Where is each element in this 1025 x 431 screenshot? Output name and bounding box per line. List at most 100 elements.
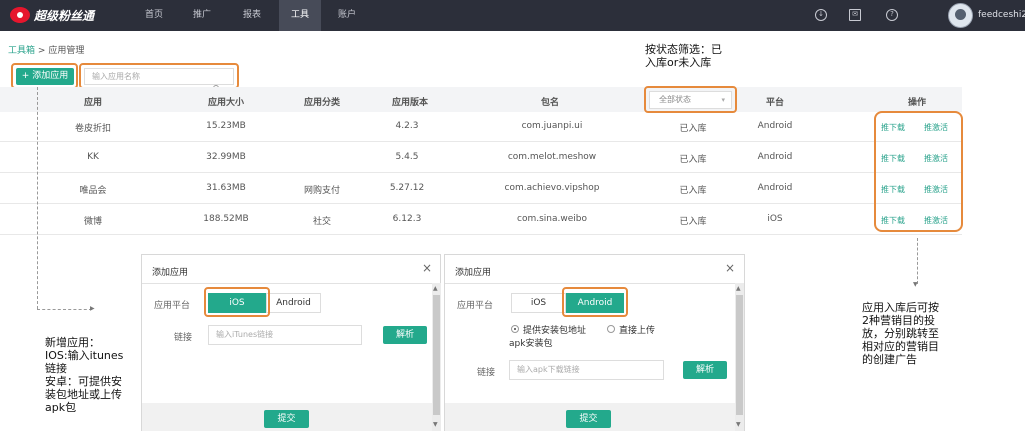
scroll-up-icon[interactable]: ▲ [736, 285, 741, 292]
link-label: 链接 [174, 333, 193, 343]
nav-item-promote[interactable]: 推广 [186, 0, 218, 31]
col-header-category: 应用分类 [303, 98, 340, 108]
annotation-filter-note: 按状态筛选：已 入库or未入库 [645, 43, 722, 69]
scroll-down-icon[interactable]: ▼ [433, 421, 438, 428]
arrow-down-icon: ▼ [913, 281, 918, 288]
platform-android-button[interactable]: Android [266, 293, 321, 313]
dialog-divider [445, 283, 735, 284]
row-divider [0, 234, 962, 235]
cell-status: 已入库 [679, 124, 707, 134]
chevron-down-icon: ▾ [721, 96, 725, 104]
cell-size: 15.23MB [206, 121, 246, 131]
breadcrumb-root[interactable]: 工具箱 [8, 46, 35, 56]
cell-app-name: KK [87, 152, 99, 162]
submit-button[interactable]: 提交 [566, 410, 611, 428]
cell-package: com.sina.weibo [517, 214, 587, 224]
highlight-android-option [562, 287, 628, 317]
parse-button[interactable]: 解析 [683, 361, 727, 379]
annotation-text: 链接 [45, 362, 67, 375]
scrollbar-thumb[interactable] [433, 295, 440, 415]
table-header [0, 87, 962, 112]
row-divider [0, 203, 962, 204]
cell-status: 已入库 [679, 186, 707, 196]
annotation-text: 入库or未入库 [645, 56, 712, 69]
breadcrumb-current: 应用管理 [48, 46, 85, 56]
submit-button[interactable]: 提交 [264, 410, 309, 428]
annotation-arrow-line [37, 309, 92, 310]
parse-button[interactable]: 解析 [383, 326, 427, 344]
row-divider [0, 172, 962, 173]
cell-package: com.achievo.vipshop [504, 183, 600, 193]
close-icon[interactable]: × [725, 261, 735, 275]
col-header-app: 应用 [83, 98, 102, 108]
cell-version: 4.2.3 [395, 121, 419, 131]
annotation-text: 按状态筛选：已 [645, 43, 722, 56]
cell-version: 5.4.5 [395, 152, 419, 162]
cell-platform: Android [757, 183, 793, 193]
scrollbar-thumb[interactable] [736, 295, 743, 415]
annotation-ops-note: 应用入库后可按 2种营销目的投 放，分别跳转至 相对应的营销目 的创建广告 [862, 301, 939, 366]
cell-app-name: 唯品会 [79, 186, 107, 196]
col-header-ops: 操作 [907, 98, 926, 108]
annotation-text: 放，分别跳转至 [862, 327, 939, 340]
app-search-input[interactable]: 输入应用名称 [84, 68, 234, 85]
add-app-button[interactable]: + 添加应用 [16, 68, 74, 85]
brand-name: 超级粉丝通 [34, 8, 95, 23]
table-row[interactable]: KK 32.99MB 5.4.5 com.melot.meshow 已入库 An… [0, 152, 962, 166]
cell-version: 6.12.3 [392, 214, 422, 224]
table-row[interactable]: 唯品会 31.63MB 网购支付 5.27.12 com.achievo.vip… [0, 183, 962, 197]
annotation-text: 新增应用： [45, 336, 100, 349]
arrow-right-icon: ▶ [90, 305, 95, 312]
status-filter-value: 全部状态 [659, 95, 691, 104]
col-header-version: 应用版本 [391, 98, 428, 108]
help-icon[interactable]: ? [886, 9, 898, 21]
cell-app-name: 微博 [83, 217, 102, 227]
username[interactable]: feedceshi2 [978, 0, 1025, 31]
annotation-text: 的创建广告 [862, 353, 917, 366]
col-header-package: 包名 [540, 98, 559, 108]
breadcrumb: 工具箱 > 应用管理 [8, 43, 84, 56]
cell-category: 网购支付 [303, 186, 340, 196]
annotation-add-note: 新增应用： IOS:输入itunes 链接 安卓：可提供安 装包地址或上传 ap… [45, 336, 123, 414]
annotation-text: 应用入库后可按 [862, 301, 939, 314]
cell-platform: Android [757, 152, 793, 162]
brand-logo[interactable]: 超级粉丝通 [10, 5, 94, 25]
platform-label: 应用平台 [154, 301, 191, 311]
radio-package-url-label: 提供安装包地址 [523, 326, 587, 336]
cell-platform: Android [757, 121, 793, 131]
close-icon[interactable]: × [422, 261, 432, 275]
table-row[interactable]: 微博 188.52MB 社交 6.12.3 com.sina.weibo 已入库… [0, 214, 962, 228]
annotation-text: apk包 [45, 401, 77, 414]
dialog-divider [142, 283, 432, 284]
nav-item-home[interactable]: 首页 [138, 0, 170, 31]
add-app-dialog-ios: 添加应用 × 应用平台 iOS Android 链接 输入iTunes链接 解析… [141, 254, 441, 431]
annotation-arrow-line [37, 87, 38, 309]
cell-platform: iOS [767, 214, 783, 224]
mail-icon[interactable]: ✉ [849, 9, 861, 21]
download-icon[interactable]: ↓ [815, 9, 827, 21]
radio-package-url[interactable] [511, 325, 519, 333]
breadcrumb-separator: > [37, 46, 46, 56]
nav-item-reports[interactable]: 报表 [236, 0, 268, 31]
platform-label: 应用平台 [457, 301, 494, 311]
table-row[interactable]: 卷皮折扣 15.23MB 4.2.3 com.juanpi.ui 已入库 And… [0, 121, 962, 135]
cell-size: 188.52MB [203, 214, 249, 224]
col-header-platform: 平台 [765, 98, 784, 108]
avatar[interactable] [948, 3, 973, 28]
scroll-up-icon[interactable]: ▲ [433, 285, 438, 292]
status-filter-select[interactable]: 全部状态 ▾ [649, 91, 732, 109]
highlight-operations [874, 111, 963, 232]
col-header-size: 应用大小 [207, 98, 244, 108]
scroll-down-icon[interactable]: ▼ [736, 421, 741, 428]
radio-direct-upload[interactable] [607, 325, 615, 333]
annotation-text: 相对应的营销目 [862, 340, 939, 353]
itunes-link-input[interactable]: 输入iTunes链接 [208, 325, 362, 345]
add-app-dialog-android: 添加应用 × 应用平台 iOS Android 提供安装包地址 直接上传 apk… [444, 254, 745, 431]
link-label: 链接 [477, 368, 496, 378]
nav-item-account[interactable]: 账户 [333, 0, 361, 31]
platform-ios-button[interactable]: iOS [511, 293, 566, 313]
apk-link-input[interactable]: 输入apk下载链接 [509, 360, 664, 380]
row-divider [0, 141, 962, 142]
nav-item-tools[interactable]: 工具 [279, 0, 321, 31]
cell-status: 已入库 [679, 217, 707, 227]
